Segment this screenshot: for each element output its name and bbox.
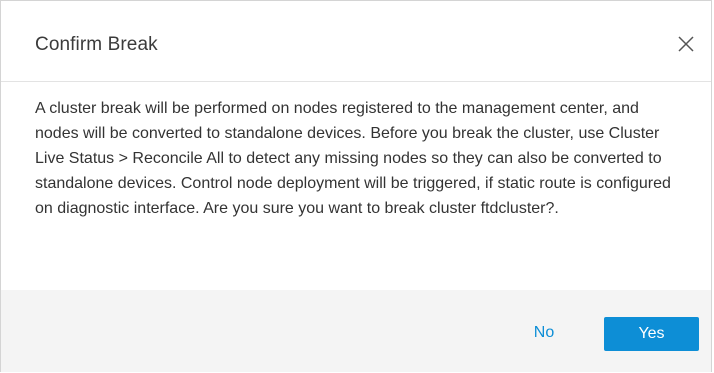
dialog-footer: No Yes — [1, 290, 711, 372]
dialog-header: Confirm Break — [1, 1, 711, 82]
close-button[interactable] — [677, 35, 695, 53]
confirm-break-dialog: Confirm Break A cluster break will be pe… — [0, 0, 712, 372]
no-button[interactable]: No — [515, 317, 573, 349]
close-icon — [677, 35, 695, 53]
dialog-title: Confirm Break — [35, 34, 158, 55]
dialog-message: A cluster break will be performed on nod… — [35, 100, 671, 217]
yes-button[interactable]: Yes — [604, 317, 699, 351]
